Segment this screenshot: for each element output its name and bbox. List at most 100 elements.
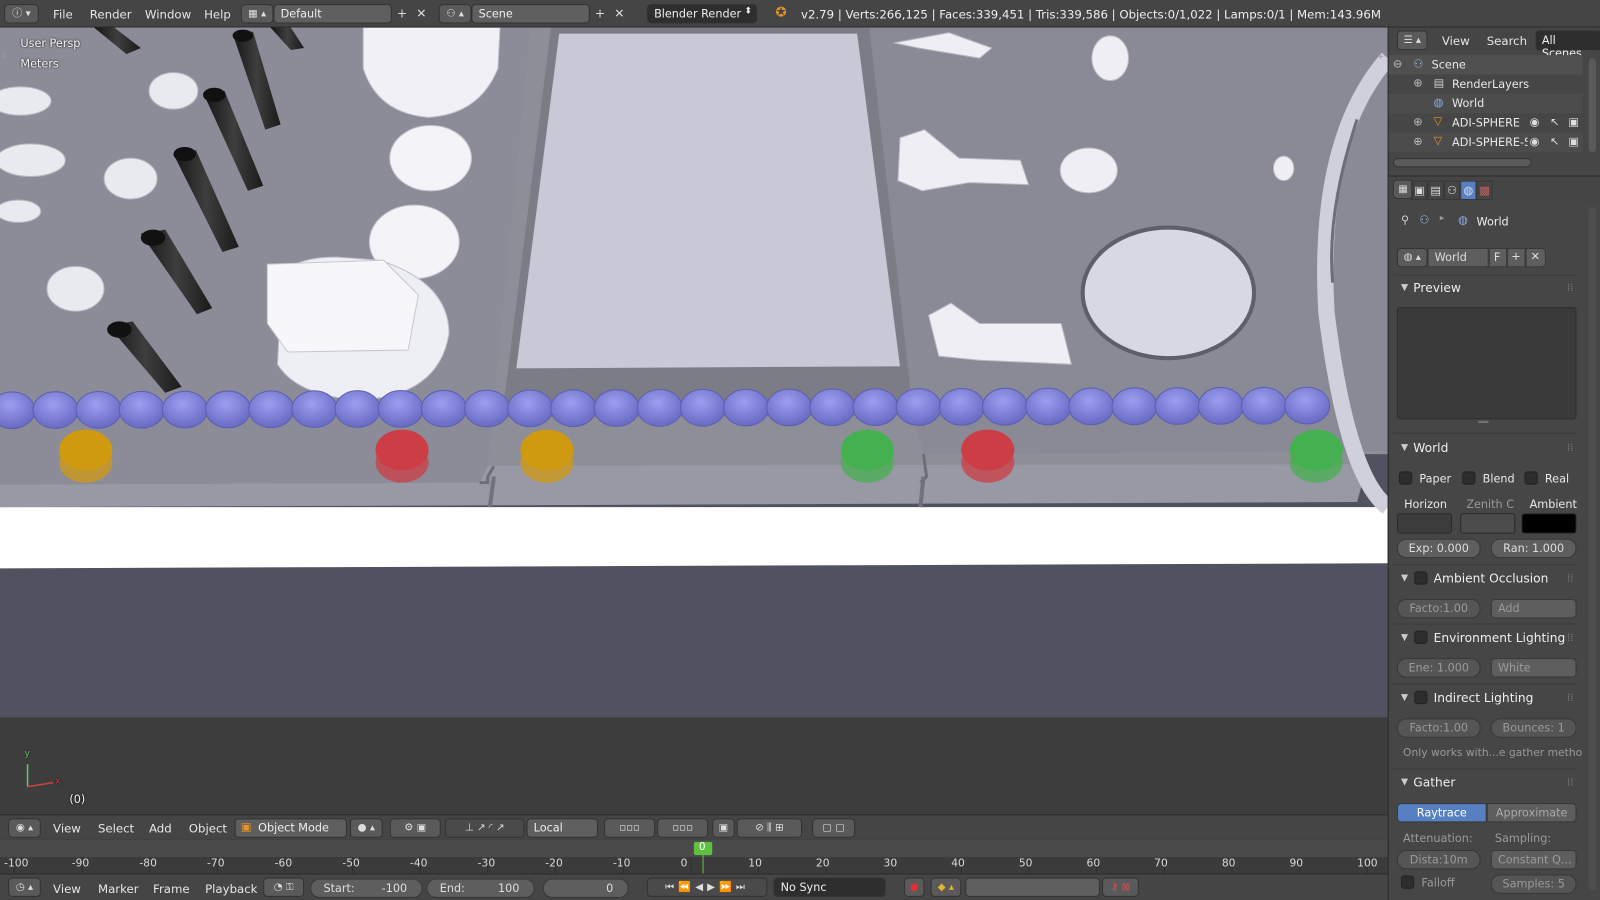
editor-type-timeline-icon[interactable]: ◷ ▴ [8,877,41,897]
sampling-mode-dropdown[interactable]: Constant Q... [1490,849,1577,870]
ao-panel-title[interactable]: Ambient Occlusion [1434,571,1549,585]
panel-grip-icon[interactable]: ⁞⁞ [1567,633,1573,644]
gather-approximate-button[interactable]: Approximate [1486,803,1577,823]
indirect-collapse-icon[interactable]: ▼ [1401,693,1408,703]
playback-controls-icons[interactable]: ⏮⏪◀▶⏩⏭ [646,877,768,897]
render-preview-icons[interactable]: ▢ ▢ [812,818,856,838]
ao-enable-checkbox[interactable] [1414,571,1428,585]
end-frame-field[interactable]: End: 100 [426,878,535,898]
scene-name-field[interactable]: Scene [471,4,590,24]
blend-sky-checkbox[interactable] [1462,471,1476,485]
menu-window[interactable]: Window [145,7,191,21]
expand-icon[interactable]: ⊕ [1413,77,1422,90]
menu-help[interactable]: Help [204,7,231,21]
range-field[interactable]: Ran: 1.000 [1490,538,1577,559]
pivot-and-manipulator-icon[interactable]: ⚙ ▣ [389,818,441,838]
info-editor-type-button[interactable]: ⓘ ▾ [4,4,39,24]
properties-editor-type-icon[interactable]: ▦ [1392,179,1414,199]
record-icon[interactable]: ● [904,877,925,897]
screen-layout-icon[interactable]: ▦ ▴ [240,4,274,24]
env-enable-checkbox[interactable] [1414,630,1428,644]
indirect-enable-checkbox[interactable] [1414,690,1428,705]
outliner-item-adi-sphere-si[interactable]: ⊕ ▽ ADI-SPHERE-SI ◉ ↖ ▣ [1388,132,1583,153]
add-world-icon[interactable]: + [1507,247,1526,268]
playback-menu[interactable]: Playback [205,882,257,896]
menu-render[interactable]: Render [90,7,132,21]
outliner-item-adi-sphere[interactable]: ⊕ ▽ ADI-SPHERE ◉ ↖ ▣ [1389,113,1583,132]
layers-1-icon[interactable]: ▫▫▫ [604,818,656,838]
add-menu[interactable]: Add [149,821,172,835]
gather-collapse-icon[interactable]: ▼ [1401,778,1408,788]
menu-file[interactable]: File [53,7,73,21]
indirect-factor-field[interactable]: Facto:1.00 [1396,718,1481,738]
preview-panel-title[interactable]: Preview [1413,281,1461,295]
falloff-checkbox[interactable] [1401,875,1415,889]
gather-panel-title[interactable]: Gather [1413,776,1455,790]
expand-icon[interactable]: ⊕ [1413,115,1422,128]
keyframe-insert-icons[interactable]: ⚷ ⊠ [1102,877,1139,897]
render-layers-tab-icon[interactable]: ▤ [1427,180,1444,200]
start-frame-field[interactable]: Start: -100 [310,878,423,898]
transform-manipulator-icons[interactable]: ⊥ ↗ ◜ ↗ [444,818,525,838]
object-menu[interactable]: Object [189,821,227,835]
env-color-dropdown[interactable]: White [1490,658,1577,678]
outliner-view-menu[interactable]: View [1442,34,1470,48]
sync-dropdown[interactable]: No Sync [773,877,886,897]
preview-collapse-icon[interactable]: ▼ [1401,283,1408,293]
timeline-view-menu[interactable]: View [53,882,81,896]
add-scene-icon[interactable]: + [592,5,608,22]
layers-2-icon[interactable]: ▫▫▫ [657,818,709,838]
renderability-camera-icon[interactable]: ▣ [1568,115,1579,128]
frame-menu[interactable]: Frame [153,882,190,896]
preview-range-icon[interactable]: ◔ ⚿ [263,877,305,897]
outliner-search-menu[interactable]: Search [1487,34,1527,48]
ao-blend-dropdown[interactable]: Add [1490,598,1577,619]
visibility-eye-icon[interactable]: ◉ [1530,115,1540,128]
horizon-color-swatch[interactable] [1396,513,1453,534]
outliner-vertical-scrollbar[interactable] [1588,58,1596,153]
keying-icon[interactable]: ◆ ▴ [930,877,962,897]
outliner-editor-type-icon[interactable]: ☰ ▴ [1396,30,1428,50]
snap-icons[interactable]: ⊘ ⫼ ⊞ [736,818,803,838]
world-panel-title[interactable]: World [1413,441,1448,455]
keying-set-field[interactable] [965,877,1100,897]
outliner-item-scene[interactable]: ⊖ ⚇ Scene [1388,55,1583,75]
select-menu[interactable]: Select [98,821,134,835]
outliner-item-world[interactable]: ◍ World [1388,93,1583,114]
outliner-item-renderlayers[interactable]: ⊕ ▤ RenderLayers [1389,74,1583,93]
zenith-color-swatch[interactable] [1460,513,1516,534]
selectability-cursor-icon[interactable]: ↖ [1550,115,1559,128]
renderability-camera-icon[interactable]: ▣ [1568,135,1579,148]
collapse-icon[interactable]: ⊖ [1393,57,1402,70]
indirect-bounces-field[interactable]: Bounces: 1 [1490,718,1577,738]
marker-menu[interactable]: Marker [98,882,139,896]
ambient-color-swatch[interactable] [1521,513,1577,534]
panel-grip-icon[interactable]: ⁞⁞ [1567,283,1573,294]
preview-resize-grip[interactable]: ══ [1479,417,1489,426]
samples-field[interactable]: Samples: 5 [1490,874,1577,894]
editor-type-3d-icon[interactable]: ◉ ▴ [8,818,41,838]
viewport-shading-icon[interactable]: ● ▴ [349,818,383,838]
fake-user-button[interactable]: F [1488,247,1508,268]
scene-tab-icon[interactable]: ⚇ [1443,180,1461,200]
remove-scene-icon[interactable]: ✕ [611,5,627,22]
properties-scrollbar[interactable] [1588,207,1596,891]
exposure-field[interactable]: Exp: 0.000 [1396,538,1481,559]
env-energy-field[interactable]: Ene: 1.000 [1396,658,1481,678]
selectability-cursor-icon[interactable]: ↖ [1550,135,1559,148]
pin-icon[interactable]: ⚲ [1401,213,1409,226]
gather-raytrace-button[interactable]: Raytrace [1396,803,1487,823]
env-panel-title[interactable]: Environment Lighting [1434,631,1566,645]
lock-layers-icon[interactable]: ▣ [712,818,735,838]
panel-grip-icon[interactable]: ⁞⁞ [1567,443,1573,454]
panel-grip-icon[interactable]: ⁞⁞ [1567,693,1573,704]
properties-shelf-toggle-icon[interactable]: + [1377,52,1385,62]
panel-grip-icon[interactable]: ⁞⁞ [1567,778,1573,789]
world-name-field[interactable]: World [1427,247,1489,268]
indirect-panel-title[interactable]: Indirect Lighting [1434,691,1534,705]
ao-collapse-icon[interactable]: ▼ [1401,573,1408,583]
texture-tab-icon[interactable]: ▩ [1476,180,1493,200]
scene-selector-icon[interactable]: ⚇ ▴ [438,4,472,24]
orientation-dropdown[interactable]: Local [526,818,598,838]
world-tab-icon[interactable]: ◍ [1460,180,1477,200]
